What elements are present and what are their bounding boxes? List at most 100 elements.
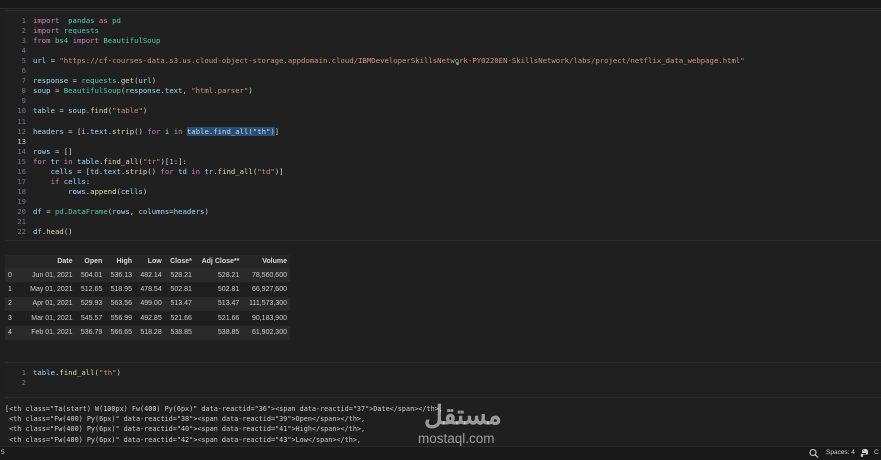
- table-cell: 521.66: [164, 311, 195, 326]
- table-cell: Mar 01, 2021: [23, 311, 76, 326]
- line-number: 18: [17, 186, 26, 196]
- table-row: 1 May 01, 2021 512.65 518.95 478.54 502.81 502…: [5, 282, 290, 297]
- line-code[interactable]: rows.append(cells): [33, 187, 147, 197]
- line-number: 12: [17, 126, 26, 136]
- code-token: rows: [68, 186, 86, 196]
- code-token: BeautifulSoup: [103, 36, 161, 46]
- code-token: table: [77, 156, 99, 166]
- line-code[interactable]: table = soup.find("table"): [33, 106, 147, 116]
- code-line[interactable]: 5 url = "https://cf-courses-data.s3.us.cl…: [5, 56, 875, 66]
- code-token: append: [90, 186, 117, 196]
- code-line[interactable]: 21: [5, 217, 875, 227]
- code-token: ]: [274, 126, 280, 136]
- code-line[interactable]: 11: [5, 117, 875, 127]
- code-token: )[: [160, 156, 170, 166]
- code-token: =: [50, 86, 64, 96]
- python-icon[interactable]: [860, 448, 870, 459]
- line-number: 14: [17, 146, 26, 156]
- status-left[interactable]: 5: [1, 449, 5, 456]
- code-line[interactable]: 1 import pandas as pd: [5, 16, 875, 26]
- table-cell: 563.56: [105, 296, 135, 312]
- code-token: ,: [182, 86, 192, 96]
- code-line[interactable]: 12 headers = [i.text.strip() for i in tab…: [5, 126, 875, 137]
- line-code[interactable]: soup = BeautifulSoup(response.text, "htm…: [33, 86, 253, 96]
- code-token: =: [41, 206, 55, 216]
- table-body: 0 Jun 01, 2021 504.01 536.13 482.14 528.21 528…: [5, 268, 290, 340]
- line-number: 1: [21, 368, 26, 377]
- code-token: ,: [129, 206, 139, 216]
- code-token: (): [147, 166, 161, 176]
- code-line[interactable]: 14 rows = []: [5, 147, 875, 157]
- code-line[interactable]: 6: [5, 66, 875, 76]
- line-code[interactable]: cells = [td.text.strip() for td in tr.fi…: [33, 167, 284, 177]
- code-token: url: [138, 76, 152, 86]
- table-cell: 111,573,300: [242, 296, 290, 312]
- status-bar: 5 Spaces: 4 C: [0, 446, 881, 460]
- line-code[interactable]: from bs4 import BeautifulSoup: [33, 36, 160, 46]
- code-cell-2[interactable]: 1 table.find_all("th") 2: [5, 362, 881, 398]
- line-code[interactable]: for tr in table.find_all("tr")[1:]:: [33, 157, 187, 167]
- code-token: cells: [120, 186, 143, 196]
- code-line[interactable]: 3 from bs4 import BeautifulSoup: [5, 36, 875, 46]
- code-token: ): [116, 368, 121, 377]
- line-number: 3: [21, 36, 26, 46]
- code-line[interactable]: 19: [5, 197, 875, 207]
- code-line[interactable]: 2 import requests: [5, 26, 875, 36]
- line-number: 2: [21, 26, 26, 36]
- line-number: 17: [17, 176, 26, 186]
- code-line[interactable]: 18 rows.append(cells): [5, 187, 875, 197]
- code-token: for: [147, 126, 161, 136]
- line-code[interactable]: import pandas as pd: [33, 16, 121, 26]
- code-token: table: [33, 106, 55, 116]
- status-right[interactable]: C: [874, 449, 879, 456]
- code-line[interactable]: 1 table.find_all("th"): [5, 368, 875, 378]
- table-cell: 528.21: [164, 268, 195, 283]
- table-cell: May 01, 2021: [23, 282, 76, 297]
- column-header: Volume: [262, 258, 287, 265]
- line-code[interactable]: headers = [i.text.strip() for i in table…: [33, 126, 280, 137]
- code-token: strip: [125, 166, 148, 176]
- code-line[interactable]: 22 df.head(): [5, 227, 875, 237]
- code-line[interactable]: 9: [5, 96, 875, 106]
- line-code[interactable]: url = "https://cf-courses-data.s3.us.clo…: [33, 56, 745, 66]
- code-line[interactable]: 17 if cells:: [5, 177, 875, 187]
- code-line[interactable]: 2: [5, 378, 875, 388]
- code-token: find_all: [103, 156, 139, 166]
- table-cell: 528.21: [194, 268, 243, 283]
- line-number: 9: [21, 96, 26, 106]
- code-cell-1[interactable]: 1 import pandas as pd 2 import requests 3 fro…: [5, 10, 881, 241]
- code-token: = [: [63, 126, 82, 136]
- code-token: requests: [81, 76, 117, 86]
- line-code[interactable]: response = requests.get(url): [33, 76, 156, 86]
- line-code[interactable]: df = pd.DataFrame(rows, columns=headers): [33, 207, 209, 217]
- code-token: response: [125, 86, 161, 96]
- line-code[interactable]: import requests: [33, 26, 99, 36]
- code-line[interactable]: 7 response = requests.get(url): [5, 76, 875, 86]
- line-code[interactable]: if cells:: [33, 177, 91, 187]
- table-cell: 521.66: [194, 311, 243, 326]
- code-line[interactable]: 10 table = soup.find("table"): [5, 106, 875, 116]
- table-cell: 482.14: [135, 268, 165, 283]
- line-code[interactable]: rows = []: [33, 147, 73, 157]
- code-token: text: [90, 126, 108, 136]
- line-number: 16: [17, 166, 26, 176]
- code-line[interactable]: 13: [5, 137, 875, 147]
- code-line[interactable]: 20 df = pd.DataFrame(rows, columns=header…: [5, 207, 875, 217]
- code-token: "th": [98, 368, 117, 377]
- code-token: (): [63, 227, 73, 237]
- table-cell: 538.85: [194, 325, 243, 340]
- dataframe-table: Date Open High Low Close* Adj Close** Volume 0…: [5, 255, 290, 340]
- search-icon[interactable]: [808, 448, 820, 459]
- indentation-status[interactable]: Spaces: 4: [826, 449, 855, 456]
- table-cell: 2: [5, 296, 23, 312]
- code-line[interactable]: 8 soup = BeautifulSoup(response.text, "ht…: [5, 86, 875, 96]
- line-number: 1: [21, 16, 26, 25]
- code-token: in: [63, 156, 73, 166]
- line-code[interactable]: table.find_all("th"): [33, 368, 121, 378]
- table-cell: 566.65: [105, 325, 135, 340]
- code-line[interactable]: 16 cells = [td.text.strip() for td in tr…: [5, 167, 875, 177]
- code-token: from: [33, 36, 51, 46]
- code-line[interactable]: 15 for tr in table.find_all("tr")[1:]:: [5, 157, 875, 167]
- code-line[interactable]: 4: [5, 46, 875, 56]
- line-code[interactable]: df.head(): [33, 227, 73, 237]
